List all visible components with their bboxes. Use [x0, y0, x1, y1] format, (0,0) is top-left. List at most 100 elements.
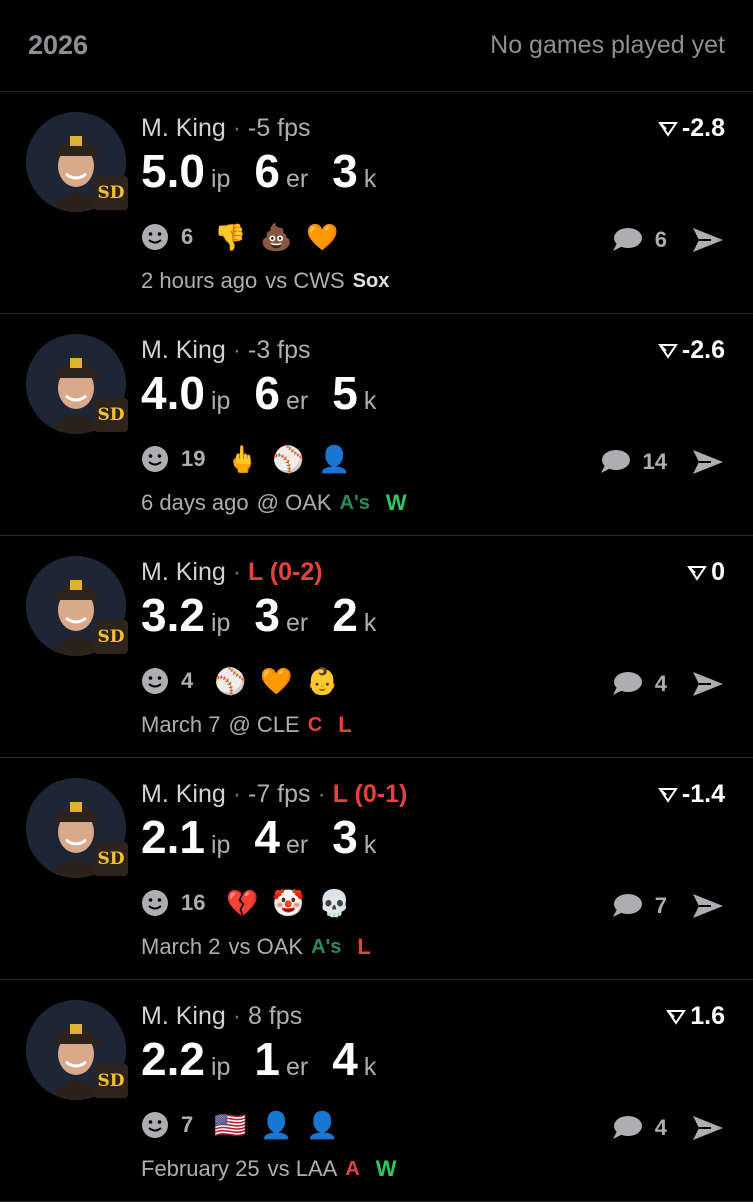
rating-value: -1.4: [681, 780, 725, 808]
game-headline: M. King · 8 fps: [141, 1002, 303, 1030]
skull-emoji[interactable]: 💀: [317, 888, 351, 918]
game-matchup: vs LAA: [267, 1156, 338, 1181]
reactions-bar: 4 ⚾ 🧡 👶: [141, 666, 339, 696]
add-reaction-smiley-icon[interactable]: [141, 889, 169, 917]
comment-bubble-icon[interactable]: [611, 671, 643, 697]
reaction-count[interactable]: 7: [181, 1112, 193, 1138]
season-status: No games played yet: [490, 31, 725, 59]
game-headline: M. King · L (0-2): [141, 558, 323, 586]
game-date: March 7: [141, 712, 221, 737]
mascot-sticker[interactable]: 🧡: [259, 666, 293, 696]
season-header: 2026 No games played yet: [0, 0, 753, 92]
poop-emoji[interactable]: 💩: [259, 222, 293, 252]
send-icon[interactable]: [691, 892, 725, 920]
add-reaction-smiley-icon[interactable]: [141, 667, 169, 695]
strikeouts-unit: k: [363, 1053, 377, 1081]
earned-runs-unit: er: [286, 831, 309, 859]
card-actions: 14: [599, 448, 725, 476]
comment-count[interactable]: 4: [655, 671, 667, 697]
padres-logo-icon: SD: [94, 842, 128, 876]
player-name[interactable]: M. King: [141, 336, 226, 364]
game-date: 6 days ago: [141, 490, 249, 515]
send-icon[interactable]: [691, 226, 725, 254]
padres-logo-icon: SD: [94, 1064, 128, 1098]
send-icon[interactable]: [691, 448, 725, 476]
innings-unit: ip: [210, 1053, 231, 1081]
rating-funnel-icon: [658, 343, 678, 359]
mascot-sticker[interactable]: 🧡: [305, 222, 339, 252]
person-sticker[interactable]: 👤: [305, 1110, 339, 1140]
game-meta: February 25 vs LAA A W: [141, 1156, 397, 1182]
game-card[interactable]: SD M. King · 8 fps 1.6 2.2 ip 1 er 4 k 7…: [0, 980, 753, 1202]
earned-runs-unit: er: [286, 1053, 309, 1081]
innings-pitched: 2.2: [141, 1033, 205, 1085]
rating-funnel-icon: [658, 787, 678, 803]
send-icon[interactable]: [691, 670, 725, 698]
innings-pitched: 2.1: [141, 811, 205, 863]
comment-bubble-icon[interactable]: [611, 893, 643, 919]
player-name[interactable]: M. King: [141, 558, 226, 586]
rating-funnel-icon: [666, 1009, 687, 1025]
baby-sticker[interactable]: 👶: [305, 666, 339, 696]
game-card[interactable]: SD M. King · -5 fps -2.8 5.0 ip 6 er 3 k: [0, 92, 753, 314]
athletics-logo: A's: [311, 935, 342, 958]
game-headline: M. King · -7 fps · L (0-1): [141, 780, 408, 808]
thumbs-down-emoji[interactable]: 👎: [213, 222, 247, 252]
person-sticker[interactable]: 👤: [317, 444, 351, 474]
reaction-count[interactable]: 6: [181, 224, 193, 250]
game-card[interactable]: SD M. King · -7 fps · L (0-1) -1.4 2.1 i…: [0, 758, 753, 980]
decision-record: L (0-1): [332, 780, 408, 808]
reaction-count[interactable]: 16: [181, 890, 205, 916]
add-reaction-smiley-icon[interactable]: [141, 1111, 169, 1139]
season-label[interactable]: 2026: [28, 30, 88, 61]
innings-pitched: 3.2: [141, 589, 205, 641]
player-sticker[interactable]: ⚾: [213, 666, 247, 696]
rating-value: -2.8: [681, 114, 725, 142]
innings-unit: ip: [210, 831, 231, 859]
person-sticker[interactable]: 👤: [259, 1110, 293, 1140]
strikeouts-unit: k: [363, 165, 377, 193]
comment-bubble-icon[interactable]: [611, 1115, 643, 1141]
clown-emoji[interactable]: 🤡: [271, 888, 305, 918]
add-reaction-smiley-icon[interactable]: [141, 445, 169, 473]
rating-funnel-icon: [658, 121, 678, 137]
player-name[interactable]: M. King: [141, 780, 226, 808]
broken-heart-emoji[interactable]: 💔: [225, 888, 259, 918]
send-icon[interactable]: [691, 1114, 725, 1142]
strikeouts: 4: [332, 1033, 358, 1085]
game-meta: 2 hours ago vs CWS Sox: [141, 268, 389, 294]
comment-count[interactable]: 14: [643, 449, 667, 475]
add-reaction-smiley-icon[interactable]: [141, 223, 169, 251]
comment-bubble-icon[interactable]: [599, 449, 631, 475]
game-date: 2 hours ago: [141, 268, 258, 293]
player-name[interactable]: M. King: [141, 1002, 226, 1030]
strikeouts: 3: [332, 145, 358, 197]
reactions-bar: 6 👎 💩 🧡: [141, 222, 339, 252]
game-meta: March 2 vs OAK A's L: [141, 934, 371, 960]
game-result: W: [385, 490, 407, 515]
middle-finger-emoji[interactable]: 🖕: [225, 444, 259, 474]
strikeouts: 5: [332, 367, 358, 419]
game-card[interactable]: SD M. King · -3 fps -2.6 4.0 ip 6 er 5 k: [0, 314, 753, 536]
reaction-count[interactable]: 19: [181, 446, 205, 472]
us-flag-emoji[interactable]: 🇺🇸: [213, 1110, 247, 1140]
fantasy-points: -7 fps: [248, 780, 311, 808]
game-result: L: [338, 712, 352, 737]
game-headline: M. King · -5 fps: [141, 114, 311, 142]
comment-count[interactable]: 6: [655, 227, 667, 253]
game-card[interactable]: SD M. King · L (0-2) 0 3.2 ip 3 er 2 k 4…: [0, 536, 753, 758]
pitching-line: 3.2 ip 3 er 2 k: [141, 588, 400, 642]
game-matchup: vs CWS: [265, 268, 345, 293]
innings-unit: ip: [210, 387, 231, 415]
strikeouts-unit: k: [363, 387, 377, 415]
comment-count[interactable]: 4: [655, 1115, 667, 1141]
innings-pitched: 5.0: [141, 145, 205, 197]
pitching-line: 5.0 ip 6 er 3 k: [141, 144, 400, 198]
player-sticker[interactable]: ⚾: [271, 444, 305, 474]
player-name[interactable]: M. King: [141, 114, 226, 142]
fantasy-points: -5 fps: [248, 114, 311, 142]
comment-count[interactable]: 7: [655, 893, 667, 919]
comment-bubble-icon[interactable]: [611, 227, 643, 253]
reaction-count[interactable]: 4: [181, 668, 193, 694]
earned-runs-unit: er: [286, 609, 309, 637]
